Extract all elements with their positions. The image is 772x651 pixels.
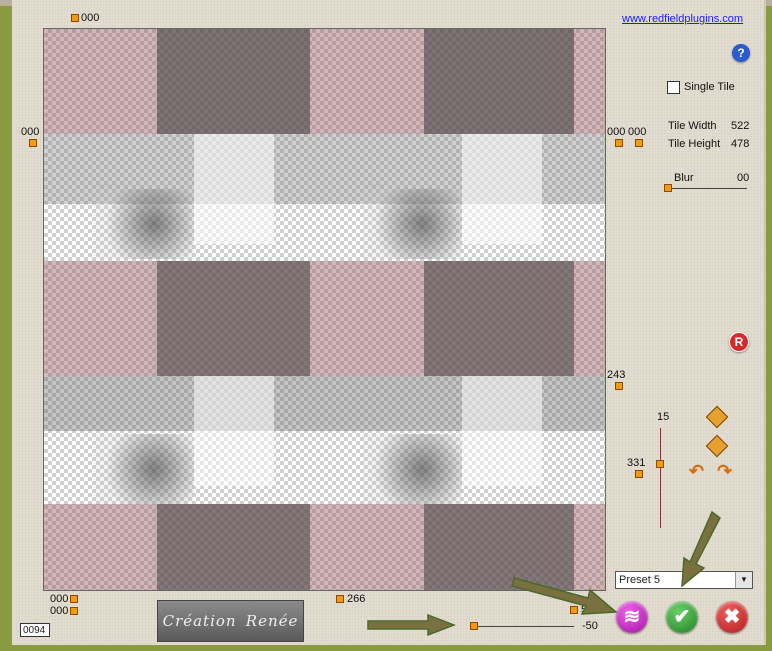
top-offset-handle[interactable] [71, 14, 79, 22]
vertical-slider-top-value: 15 [657, 411, 670, 423]
blur-slider-track[interactable] [667, 188, 747, 189]
preview-texture [157, 504, 310, 590]
vertical-slider-track[interactable] [660, 428, 661, 528]
checkmark-icon: ✔ [673, 606, 691, 628]
bottom-slider-track[interactable] [474, 626, 574, 627]
preset-value: Preset 5 [619, 574, 660, 586]
preview-light [462, 134, 542, 244]
counter-box: 0094 [20, 623, 50, 637]
logo-word-1: Création [162, 612, 237, 630]
logo-word-2: Renée [245, 612, 299, 630]
dice-icon: ≋ [623, 606, 641, 628]
annotation-arrow [511, 577, 618, 615]
blur-slider-thumb[interactable] [664, 184, 672, 192]
help-button[interactable]: ? [732, 44, 750, 62]
preview-texture [157, 261, 310, 376]
tile-width-value: 522 [731, 120, 750, 132]
single-tile-label: Single Tile [684, 81, 735, 93]
preview-light [194, 134, 274, 244]
ok-button[interactable]: ✔ [666, 601, 698, 633]
random-button[interactable]: ≋ [616, 601, 648, 633]
tile-preview[interactable] [43, 28, 606, 591]
tile-height-value: 478 [731, 138, 750, 150]
reset-label: R [734, 335, 744, 349]
right-mid-value: 243 [607, 369, 626, 381]
bottom-left-value-a: 000 [50, 593, 69, 605]
preview-texture [94, 189, 194, 259]
vertical-slider-left-value: 331 [627, 457, 646, 469]
annotation-arrow [681, 510, 721, 588]
blur-value: 00 [737, 172, 750, 184]
single-tile-checkbox[interactable] [667, 81, 680, 94]
preview-texture [94, 434, 194, 504]
left-offset-handle[interactable] [29, 139, 37, 147]
right-mid-handle[interactable] [615, 382, 623, 390]
rotate-right-icon[interactable]: ↷ [717, 461, 732, 482]
redfield-link[interactable]: www.redfieldplugins.com [622, 13, 743, 25]
annotation-arrow [367, 614, 456, 636]
preview-texture [362, 189, 462, 259]
question-icon: ? [737, 46, 745, 60]
vertical-left-handle[interactable] [635, 470, 643, 478]
left-offset-value: 000 [21, 126, 40, 138]
logo-watermark: Création Renée [157, 600, 304, 642]
rotate-left-icon[interactable]: ↶ [689, 461, 704, 482]
tile-width-label: Tile Width [668, 120, 717, 132]
right-offset-handle-b[interactable] [635, 139, 643, 147]
preview-texture [362, 434, 462, 504]
blur-label: Blur [674, 172, 694, 184]
preview-texture [424, 29, 574, 134]
chevron-down-icon: ▼ [735, 572, 752, 588]
right-offset-value-b: 000 [628, 126, 647, 138]
right-offset-handle-a[interactable] [615, 139, 623, 147]
bottom-mid-handle[interactable] [336, 595, 344, 603]
vertical-slider-thumb[interactable] [656, 460, 664, 468]
right-offset-value-a: 000 [607, 126, 626, 138]
preview-light [462, 376, 542, 486]
preview-light [194, 376, 274, 486]
preview-texture [424, 261, 574, 376]
bottom-left-handle-a[interactable] [70, 595, 78, 603]
cancel-button[interactable]: ✖ [716, 601, 748, 633]
bottom-left-value-b: 000 [50, 605, 69, 617]
tile-height-label: Tile Height [668, 138, 721, 150]
bottom-slider-thumb[interactable] [470, 622, 478, 630]
close-icon: ✖ [723, 606, 741, 628]
preview-texture [157, 29, 310, 134]
bottom-mid-value: 266 [347, 593, 366, 605]
reset-button[interactable]: R [729, 332, 749, 352]
bottom-left-handle-b[interactable] [70, 607, 78, 615]
top-offset-value: 000 [81, 12, 100, 24]
